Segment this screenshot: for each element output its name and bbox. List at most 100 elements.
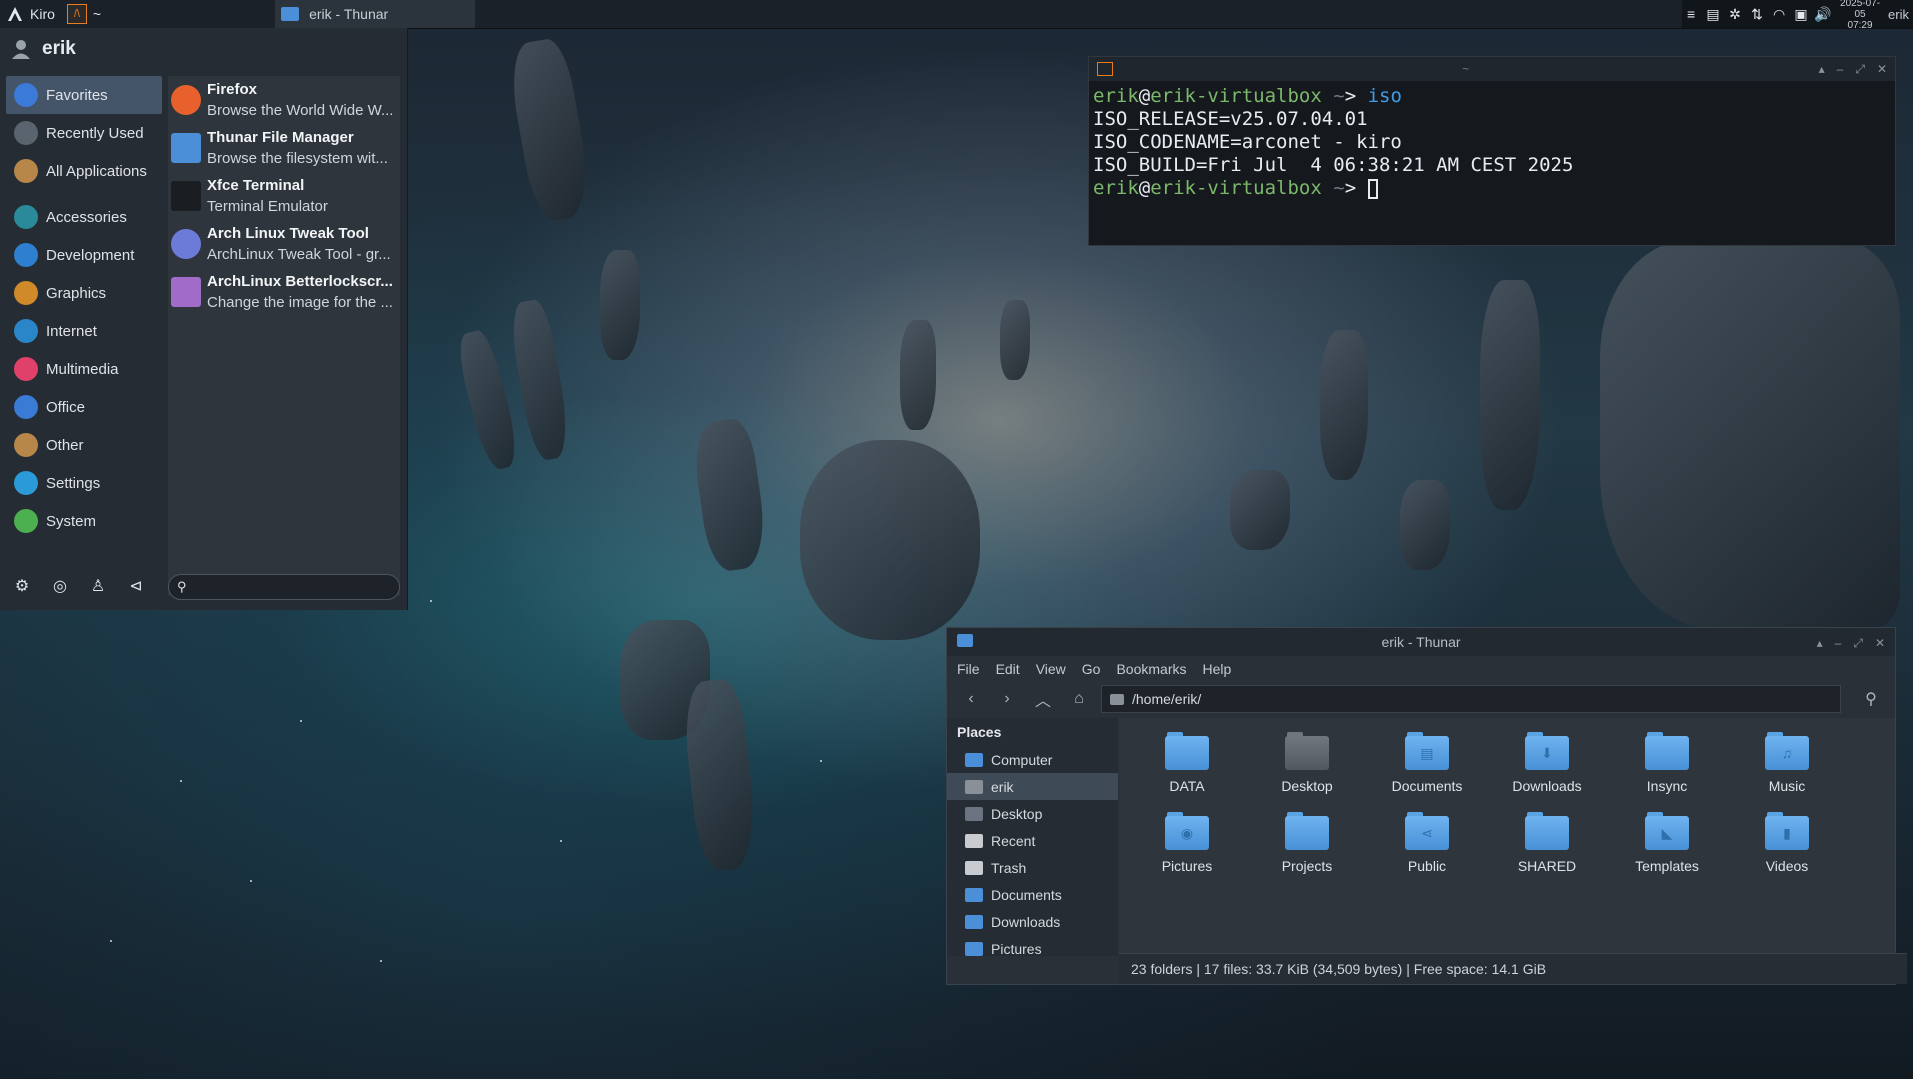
folder-icon: ⋖	[1405, 812, 1449, 850]
folder-templates[interactable]: ◣ Templates	[1607, 812, 1727, 874]
folder-label: DATA	[1169, 778, 1205, 794]
menu-go[interactable]: Go	[1082, 661, 1101, 677]
shade-icon[interactable]: ▴	[1817, 636, 1823, 651]
maximize-icon[interactable]: ⤢	[1853, 636, 1863, 651]
wifi-icon[interactable]: ◠	[1770, 5, 1788, 23]
folder-data[interactable]: DATA	[1127, 732, 1247, 794]
app-description: Terminal Emulator	[207, 198, 328, 215]
menu-search-input[interactable]	[192, 578, 387, 596]
category-internet[interactable]: Internet	[6, 312, 162, 350]
lock-screen-icon[interactable]: ◎	[48, 574, 72, 598]
folder-desktop[interactable]: Desktop	[1247, 732, 1367, 794]
folder-shared[interactable]: SHARED	[1487, 812, 1607, 874]
place-recent[interactable]: Recent	[947, 827, 1118, 854]
place-documents[interactable]: Documents	[947, 881, 1118, 908]
place-trash[interactable]: Trash	[947, 854, 1118, 881]
menu-edit[interactable]: Edit	[996, 661, 1020, 677]
switch-user-icon[interactable]: ♙	[86, 574, 110, 598]
menu-bookmarks[interactable]: Bookmarks	[1116, 661, 1186, 677]
place-desktop[interactable]: Desktop	[947, 800, 1118, 827]
log-out-icon[interactable]: ⊲	[124, 574, 148, 598]
category-label: Office	[46, 398, 85, 416]
category-favorites[interactable]: Favorites	[6, 76, 162, 114]
user-avatar-icon	[12, 40, 30, 59]
app-item[interactable]: Thunar File Manager Browse the filesystem…	[168, 124, 400, 172]
menu-file[interactable]: File	[957, 661, 980, 677]
clock[interactable]: 2025-07-05 07:29	[1836, 0, 1884, 31]
search-icon[interactable]: ⚲	[1857, 685, 1885, 713]
documents-icon	[965, 887, 983, 902]
app-item[interactable]: Arch Linux Tweak Tool ArchLinux Tweak Too…	[168, 220, 400, 268]
minimize-icon[interactable]: –	[1835, 636, 1842, 651]
place-pictures[interactable]: Pictures	[947, 935, 1118, 956]
pictures-icon	[965, 941, 983, 956]
folder-icon: ◣	[1645, 812, 1689, 850]
folder-projects[interactable]: Projects	[1247, 812, 1367, 874]
app-item[interactable]: Firefox Browse the World Wide W...	[168, 76, 400, 124]
menu-search-box[interactable]: ⚲	[168, 574, 400, 600]
close-icon[interactable]: ✕	[1877, 62, 1887, 77]
parent-folder-icon[interactable]: ︿	[1029, 685, 1057, 713]
system-tray: ≡ ▤ ✲ ⇅ ◠ ▣ 🔊 2025-07-05 07:29 erik	[1682, 0, 1913, 31]
app-item[interactable]: ArchLinux Betterlockscr... Change the ima…	[168, 268, 400, 316]
place-downloads[interactable]: Downloads	[947, 908, 1118, 935]
maximize-icon[interactable]: ⤢	[1855, 62, 1865, 77]
thunar-titlebar[interactable]: erik - Thunar ▴ – ⤢ ✕	[947, 628, 1895, 656]
panel-user[interactable]: erik	[1888, 7, 1909, 22]
category-office[interactable]: Office	[6, 388, 162, 426]
folder-label: Projects	[1281, 858, 1333, 874]
folder-documents[interactable]: ▤ Documents	[1367, 732, 1487, 794]
folder-music[interactable]: ♫ Music	[1727, 732, 1847, 794]
folder-pictures[interactable]: ◉ Pictures	[1127, 812, 1247, 874]
app-text: ArchLinux Betterlockscr... Change the ima…	[207, 271, 400, 313]
terminal-window[interactable]: ~ ▴ – ⤢ ✕ erik@erik-virtualbox ~> iso IS…	[1088, 56, 1896, 246]
distro-label: Kiro	[30, 6, 55, 22]
category-all-applications[interactable]: All Applications	[6, 152, 162, 190]
whisker-menu-button[interactable]: Kiro	[0, 0, 61, 28]
location-bar[interactable]: /home/erik/	[1101, 685, 1841, 713]
category-accessories[interactable]: Accessories	[6, 198, 162, 236]
category-system[interactable]: System	[6, 502, 162, 540]
category-graphics[interactable]: Graphics	[6, 274, 162, 312]
desktop-icon	[965, 806, 983, 821]
menu-view[interactable]: View	[1036, 661, 1066, 677]
folder-icon: ▤	[1405, 732, 1449, 770]
category-label: Graphics	[46, 284, 107, 302]
menu-help[interactable]: Help	[1203, 661, 1232, 677]
folder-videos[interactable]: ▮ Videos	[1727, 812, 1847, 874]
terminal-output[interactable]: erik@erik-virtualbox ~> iso ISO_RELEASE=…	[1089, 81, 1895, 204]
category-label: Multimedia	[46, 360, 119, 378]
folder-downloads[interactable]: ⬇ Downloads	[1487, 732, 1607, 794]
shade-icon[interactable]: ▴	[1819, 62, 1825, 77]
top-panel: Kiro /\ ~ erik - Thunar ≡ ▤ ✲ ⇅ ◠ ▣ 🔊 20…	[0, 0, 1913, 31]
taskbar-thunar[interactable]: erik - Thunar	[275, 0, 476, 28]
settings-manager-icon[interactable]: ⚙	[10, 574, 34, 598]
folder-icon: ♫	[1765, 732, 1809, 770]
network-transfer-icon[interactable]: ⇅	[1748, 5, 1766, 23]
place-erik[interactable]: erik	[947, 773, 1118, 800]
volume-icon[interactable]: 🔊	[1814, 5, 1832, 23]
forward-icon[interactable]: ›	[993, 685, 1021, 713]
category-development[interactable]: Development	[6, 236, 162, 274]
file-view: DATA Desktop ▤ Documents ⬇ Downloads Insync ♫ Mu…	[1119, 718, 1895, 956]
recent-icon	[965, 833, 983, 848]
launcher-terminal[interactable]: /\ ~	[61, 0, 107, 28]
place-computer[interactable]: Computer	[947, 746, 1118, 773]
gear-icon[interactable]: ✲	[1726, 5, 1744, 23]
folder-label: Desktop	[1281, 778, 1333, 794]
folder-public[interactable]: ⋖ Public	[1367, 812, 1487, 874]
category-multimedia[interactable]: Multimedia	[6, 350, 162, 388]
category-settings[interactable]: Settings	[6, 464, 162, 502]
close-icon[interactable]: ✕	[1875, 636, 1885, 651]
terminal-titlebar[interactable]: ~ ▴ – ⤢ ✕	[1089, 57, 1895, 81]
app-item[interactable]: Xfce Terminal Terminal Emulator	[168, 172, 400, 220]
menu-icon[interactable]: ≡	[1682, 5, 1700, 23]
category-other[interactable]: Other	[6, 426, 162, 464]
category-recently-used[interactable]: Recently Used	[6, 114, 162, 152]
screenshot-icon[interactable]: ▣	[1792, 5, 1810, 23]
clipboard-icon[interactable]: ▤	[1704, 5, 1722, 23]
back-icon[interactable]: ‹	[957, 685, 985, 713]
minimize-icon[interactable]: –	[1837, 62, 1844, 77]
home-icon[interactable]: ⌂	[1065, 685, 1093, 713]
folder-insync[interactable]: Insync	[1607, 732, 1727, 794]
